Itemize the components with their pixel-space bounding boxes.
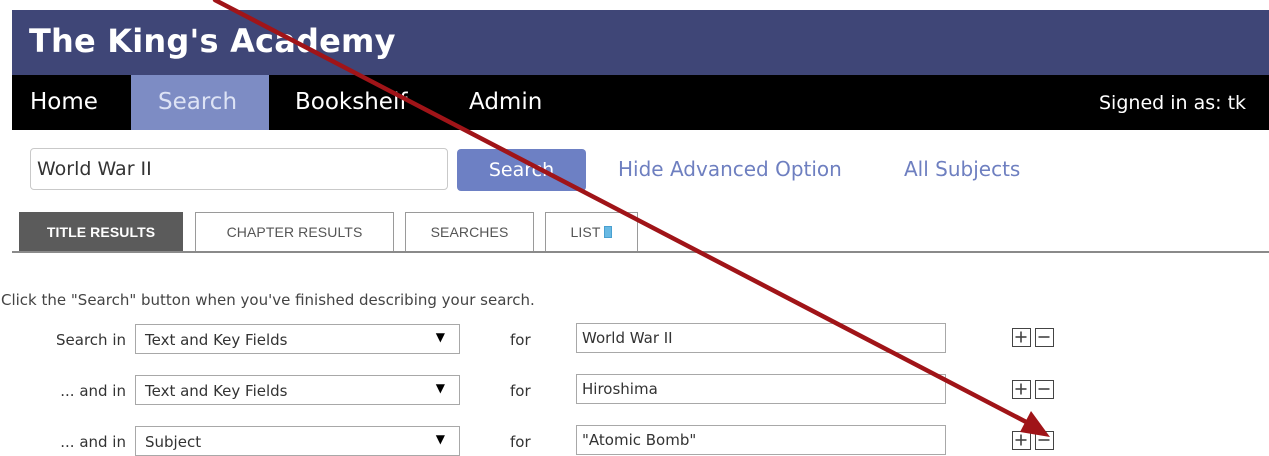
nav-admin[interactable]: Admin: [469, 75, 542, 130]
row-label: ... and in: [60, 433, 126, 451]
plus-icon: [1015, 383, 1027, 395]
plus-icon: [1015, 331, 1027, 343]
nav-bookshelf[interactable]: Bookshelf: [295, 75, 407, 130]
minus-icon: [1038, 439, 1050, 441]
tab-searches[interactable]: SEARCHES: [405, 212, 534, 251]
signed-in-status: Signed in as: tk: [1099, 92, 1247, 114]
remove-row-button[interactable]: [1035, 380, 1054, 399]
plus-icon: [1015, 434, 1027, 446]
term-input[interactable]: [576, 323, 946, 353]
dropdown-arrow-icon: ▼: [435, 432, 445, 446]
search-instructions: Click the "Search" button when you've fi…: [1, 291, 535, 309]
tab-label: LIST: [570, 224, 601, 240]
remove-row-button[interactable]: [1035, 431, 1054, 450]
tab-label: TITLE RESULTS: [46, 224, 156, 240]
term-input[interactable]: [576, 374, 946, 404]
dropdown-arrow-icon: ▼: [435, 381, 445, 395]
field-select-value: Text and Key Fields: [145, 331, 288, 349]
main-nav: Home Search Bookshelf Admin Signed in as…: [12, 75, 1269, 130]
all-subjects-link[interactable]: All Subjects: [904, 148, 1020, 190]
field-select[interactable]: Text and Key Fields ▼: [135, 375, 460, 405]
search-button[interactable]: Search: [457, 149, 586, 191]
tabs-divider: [12, 251, 1269, 253]
minus-icon: [1038, 336, 1050, 338]
dropdown-arrow-icon: ▼: [435, 330, 445, 344]
search-input[interactable]: [30, 148, 448, 190]
for-label: for: [510, 433, 531, 451]
app-header: The King's Academy: [12, 10, 1269, 75]
hide-advanced-link[interactable]: Hide Advanced Option: [618, 148, 842, 190]
list-icon: [604, 226, 613, 238]
nav-home[interactable]: Home: [12, 75, 131, 130]
remove-row-button[interactable]: [1035, 328, 1054, 347]
add-row-button[interactable]: [1012, 380, 1031, 399]
tab-chapter-results[interactable]: CHAPTER RESULTS: [195, 212, 394, 251]
add-row-button[interactable]: [1012, 431, 1031, 450]
row-label: ... and in: [60, 382, 126, 400]
row-label: Search in: [56, 331, 126, 349]
field-select-value: Text and Key Fields: [145, 382, 288, 400]
tab-label: CHAPTER RESULTS: [226, 224, 363, 240]
tab-list[interactable]: LIST: [545, 212, 638, 251]
term-input[interactable]: [576, 425, 946, 455]
nav-search[interactable]: Search: [131, 75, 269, 130]
for-label: for: [510, 382, 531, 400]
for-label: for: [510, 331, 531, 349]
tab-title-results[interactable]: TITLE RESULTS: [19, 212, 183, 251]
tab-label: SEARCHES: [430, 224, 509, 240]
field-select[interactable]: Text and Key Fields ▼: [135, 324, 460, 354]
app-title: The King's Academy: [29, 22, 396, 60]
field-select[interactable]: Subject ▼: [135, 426, 460, 456]
minus-icon: [1038, 388, 1050, 390]
add-row-button[interactable]: [1012, 328, 1031, 347]
field-select-value: Subject: [145, 433, 202, 451]
